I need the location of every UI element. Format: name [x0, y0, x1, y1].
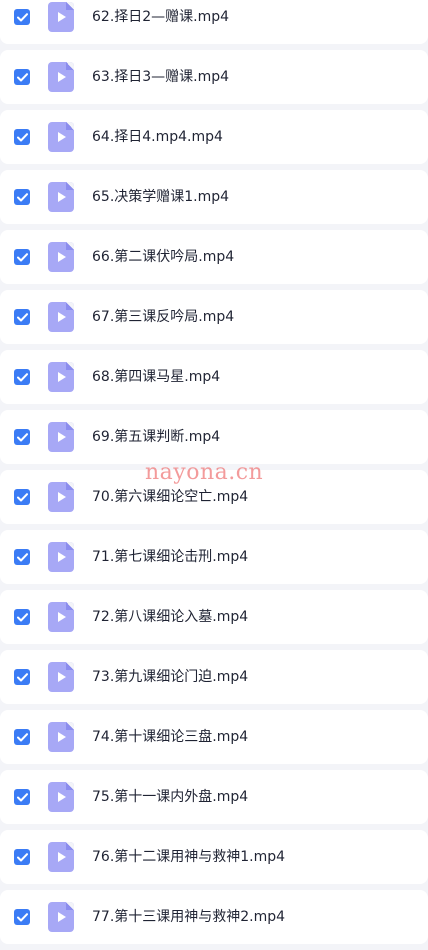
file-row[interactable]: 69.第五课判断.mp4: [0, 410, 428, 464]
file-name[interactable]: 74.第十课细论三盘.mp4: [92, 710, 248, 764]
file-row[interactable]: 65.决策学赠课1.mp4: [0, 170, 428, 224]
file-row[interactable]: 71.第七课细论击刑.mp4: [0, 530, 428, 584]
video-file-icon: [48, 62, 74, 92]
checkbox[interactable]: [14, 249, 30, 265]
check-icon: [16, 132, 28, 141]
checkbox[interactable]: [14, 669, 30, 685]
file-row[interactable]: 72.第八课细论入墓.mp4: [0, 590, 428, 644]
file-name[interactable]: 67.第三课反吟局.mp4: [92, 290, 234, 344]
checkbox[interactable]: [14, 909, 30, 925]
file-row[interactable]: 73.第九课细论门迫.mp4: [0, 650, 428, 704]
check-icon: [16, 732, 28, 741]
checkbox[interactable]: [14, 489, 30, 505]
checkbox[interactable]: [14, 9, 30, 25]
video-file-icon: [48, 842, 74, 872]
video-file-icon: [48, 422, 74, 452]
check-icon: [16, 492, 28, 501]
check-icon: [16, 72, 28, 81]
check-icon: [16, 792, 28, 801]
check-icon: [16, 12, 28, 21]
check-icon: [16, 912, 28, 921]
video-file-icon: [48, 2, 74, 32]
check-icon: [16, 612, 28, 621]
file-list: 62.择日2—赠课.mp4 63.择日3—赠课.mp4 64.择日4.mp4.m…: [0, 0, 428, 950]
checkbox[interactable]: [14, 849, 30, 865]
file-row[interactable]: 74.第十课细论三盘.mp4: [0, 710, 428, 764]
check-icon: [16, 372, 28, 381]
check-icon: [16, 192, 28, 201]
file-row[interactable]: 68.第四课马星.mp4: [0, 350, 428, 404]
file-name[interactable]: 63.择日3—赠课.mp4: [92, 50, 229, 104]
file-name[interactable]: 72.第八课细论入墓.mp4: [92, 590, 248, 644]
checkbox[interactable]: [14, 549, 30, 565]
file-name[interactable]: 76.第十二课用神与救神1.mp4: [92, 830, 285, 884]
video-file-icon: [48, 782, 74, 812]
file-row[interactable]: 66.第二课伏吟局.mp4: [0, 230, 428, 284]
checkbox[interactable]: [14, 789, 30, 805]
file-row[interactable]: 77.第十三课用神与救神2.mp4: [0, 890, 428, 944]
file-row[interactable]: 62.择日2—赠课.mp4: [0, 0, 428, 44]
file-name[interactable]: 65.决策学赠课1.mp4: [92, 170, 229, 224]
check-icon: [16, 432, 28, 441]
checkbox[interactable]: [14, 609, 30, 625]
checkbox[interactable]: [14, 309, 30, 325]
check-icon: [16, 312, 28, 321]
check-icon: [16, 852, 28, 861]
file-name[interactable]: 68.第四课马星.mp4: [92, 350, 220, 404]
file-row[interactable]: 64.择日4.mp4.mp4: [0, 110, 428, 164]
checkbox[interactable]: [14, 189, 30, 205]
checkbox[interactable]: [14, 129, 30, 145]
video-file-icon: [48, 542, 74, 572]
file-row[interactable]: 70.第六课细论空亡.mp4: [0, 470, 428, 524]
file-name[interactable]: 71.第七课细论击刑.mp4: [92, 530, 248, 584]
check-icon: [16, 672, 28, 681]
file-row[interactable]: 76.第十二课用神与救神1.mp4: [0, 830, 428, 884]
checkbox[interactable]: [14, 729, 30, 745]
file-name[interactable]: 69.第五课判断.mp4: [92, 410, 220, 464]
check-icon: [16, 552, 28, 561]
file-row[interactable]: 63.择日3—赠课.mp4: [0, 50, 428, 104]
video-file-icon: [48, 302, 74, 332]
video-file-icon: [48, 602, 74, 632]
file-name[interactable]: 77.第十三课用神与救神2.mp4: [92, 890, 285, 944]
file-row[interactable]: 67.第三课反吟局.mp4: [0, 290, 428, 344]
video-file-icon: [48, 662, 74, 692]
file-name[interactable]: 75.第十一课内外盘.mp4: [92, 770, 248, 824]
file-name[interactable]: 64.择日4.mp4.mp4: [92, 110, 223, 164]
video-file-icon: [48, 122, 74, 152]
video-file-icon: [48, 182, 74, 212]
video-file-icon: [48, 902, 74, 932]
file-row[interactable]: 75.第十一课内外盘.mp4: [0, 770, 428, 824]
video-file-icon: [48, 482, 74, 512]
video-file-icon: [48, 722, 74, 752]
checkbox[interactable]: [14, 429, 30, 445]
video-file-icon: [48, 362, 74, 392]
file-name[interactable]: 62.择日2—赠课.mp4: [92, 0, 229, 44]
check-icon: [16, 252, 28, 261]
file-name[interactable]: 73.第九课细论门迫.mp4: [92, 650, 248, 704]
file-name[interactable]: 66.第二课伏吟局.mp4: [92, 230, 234, 284]
file-name[interactable]: 70.第六课细论空亡.mp4: [92, 470, 248, 524]
checkbox[interactable]: [14, 369, 30, 385]
checkbox[interactable]: [14, 69, 30, 85]
video-file-icon: [48, 242, 74, 272]
